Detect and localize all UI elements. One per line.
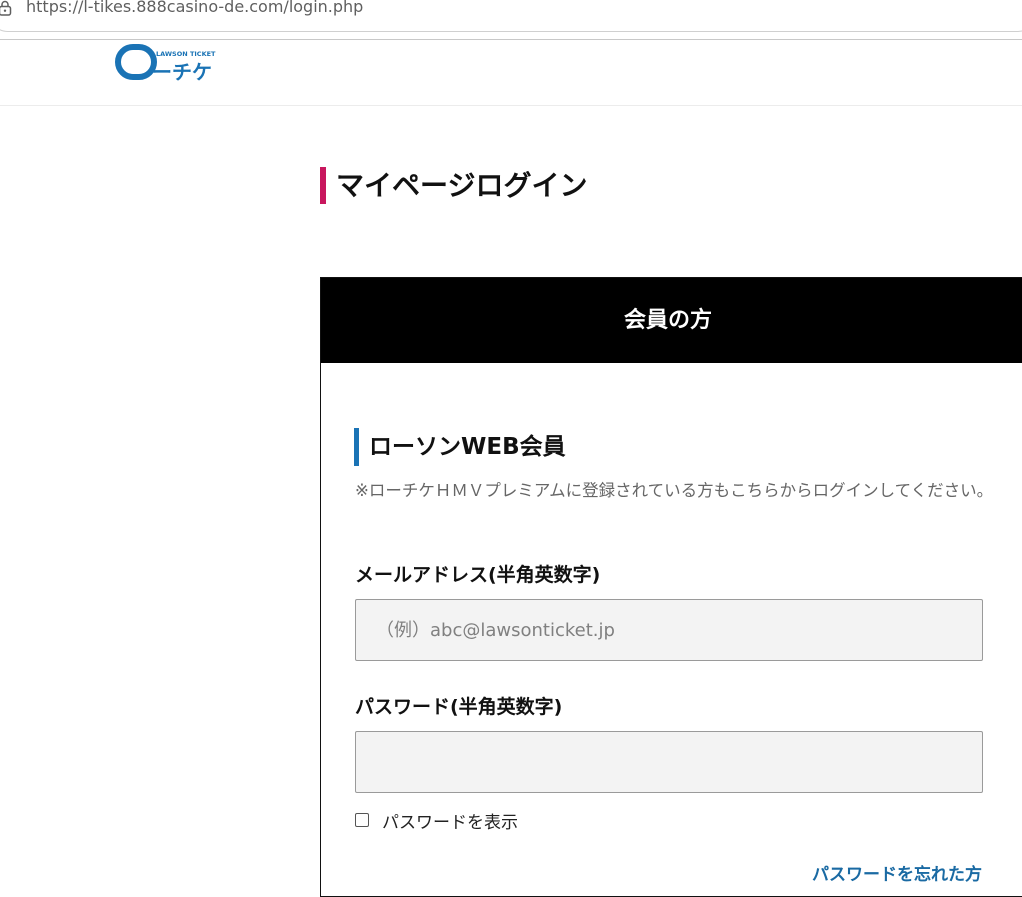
forgot-password-link[interactable]: パスワードを忘れた方: [812, 860, 982, 885]
email-label: メールアドレス(半角英数字): [355, 564, 601, 586]
password-input[interactable]: [355, 731, 983, 793]
page-title: マイページログイン: [320, 167, 587, 204]
url-field[interactable]: https://l-tikes.888casino-de.com/login.p…: [0, 0, 1022, 32]
browser-address-bar: https://l-tikes.888casino-de.com/login.p…: [0, 0, 1022, 40]
password-label: パスワード(半角英数字): [355, 696, 563, 718]
premium-note: ※ローチケＨＭＶプレミアムに登録されている方もこちらからログインしてください。: [355, 481, 994, 500]
logo-small-text: LAWSON TICKET: [156, 50, 216, 58]
email-input[interactable]: [355, 599, 983, 661]
show-password-toggle[interactable]: パスワードを表示: [355, 808, 518, 833]
lock-icon[interactable]: [0, 0, 12, 16]
show-password-checkbox[interactable]: [355, 813, 369, 827]
section-title: ローソンWEB会員: [354, 428, 566, 466]
url-text[interactable]: https://l-tikes.888casino-de.com/login.p…: [26, 0, 363, 16]
lawson-ticket-logo[interactable]: LAWSON TICKET ーチケ: [115, 44, 219, 84]
show-password-label[interactable]: パスワードを表示: [382, 808, 518, 833]
logo-main-text: ーチケ: [152, 60, 212, 84]
panel-header: 会員の方: [321, 278, 1022, 363]
member-login-panel: 会員の方 ローソンWEB会員 ※ローチケＨＭＶプレミアムに登録されている方もこち…: [320, 277, 1022, 897]
